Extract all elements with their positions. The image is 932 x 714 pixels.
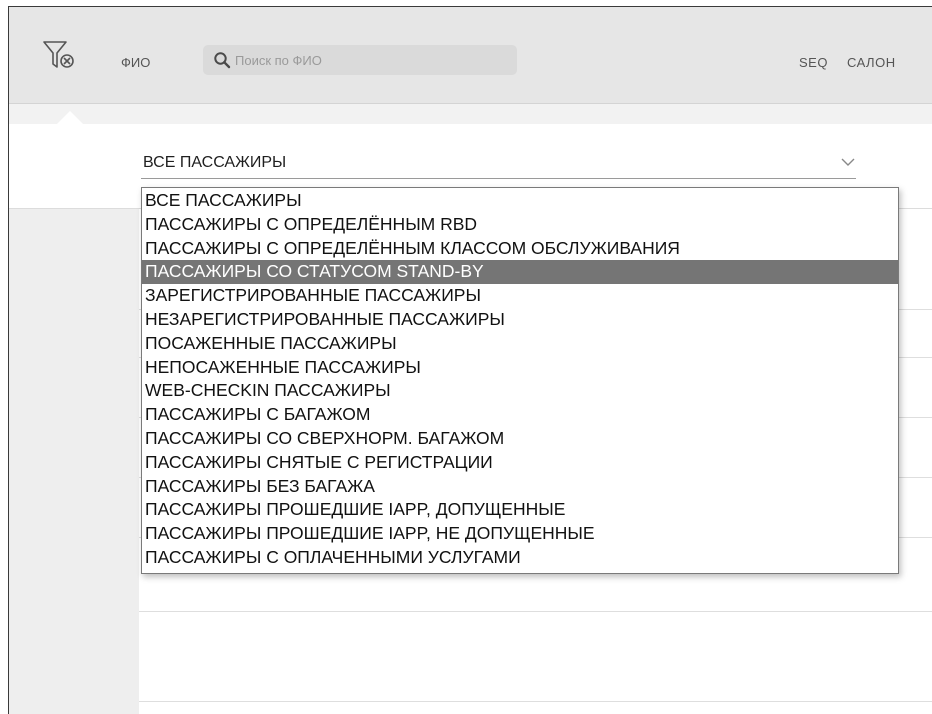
search-icon bbox=[214, 52, 231, 69]
row-divider bbox=[139, 701, 932, 702]
filter-panel-pointer bbox=[57, 111, 83, 124]
fio-search-box[interactable] bbox=[203, 45, 517, 75]
filter-option[interactable]: НЕПОСАЖЕННЫЕ ПАССАЖИРЫ bbox=[142, 356, 898, 380]
filter-option[interactable]: ПАССАЖИРЫ СНЯТЫЕ С РЕГИСТРАЦИИ bbox=[142, 451, 898, 475]
filter-option[interactable]: НЕЗАРЕГИСТРИРОВАННЫЕ ПАССАЖИРЫ bbox=[142, 308, 898, 332]
filter-clear-icon bbox=[43, 41, 74, 68]
passenger-filter-value: ВСЕ ПАССАЖИРЫ bbox=[143, 154, 287, 171]
seq-column-header[interactable]: SEQ bbox=[799, 55, 828, 70]
passenger-filter-select[interactable]: ВСЕ ПАССАЖИРЫ bbox=[141, 148, 856, 179]
filter-option[interactable]: WEB-CHECKIN ПАССАЖИРЫ bbox=[142, 379, 898, 403]
salon-column-header[interactable]: САЛОН bbox=[847, 55, 896, 70]
filter-option[interactable]: ПАССАЖИРЫ С ОПРЕДЕЛЁННЫМ КЛАССОМ ОБСЛУЖИ… bbox=[142, 237, 898, 261]
filter-option[interactable]: ПАССАЖИРЫ ПРОШЕДШИЕ IAPP, ДОПУЩЕННЫЕ bbox=[142, 498, 898, 522]
filter-option-highlighted[interactable]: ПАССАЖИРЫ СО СТАТУСОМ STAND-BY bbox=[142, 260, 898, 285]
fio-column-label: ФИО bbox=[121, 55, 151, 70]
passenger-filter-dropdown: ВСЕ ПАССАЖИРЫ ПАССАЖИРЫ С ОПРЕДЕЛЁННЫМ R… bbox=[141, 187, 899, 574]
chevron-down-icon bbox=[841, 158, 855, 166]
filter-option[interactable]: ПАССАЖИРЫ БЕЗ БАГАЖА bbox=[142, 475, 898, 499]
filter-option[interactable]: ПАССАЖИРЫ СО СВЕРХНОРМ. БАГАЖОМ bbox=[142, 427, 898, 451]
left-column bbox=[9, 209, 139, 714]
filter-option[interactable]: ПАССАЖИРЫ С ОПРЕДЕЛЁННЫМ RBD bbox=[142, 213, 898, 237]
filter-option[interactable]: ПАССАЖИРЫ С БАГАЖОМ bbox=[142, 403, 898, 427]
fio-search-input[interactable] bbox=[231, 52, 517, 68]
filter-option[interactable]: ВСЕ ПАССАЖИРЫ bbox=[142, 189, 898, 213]
passenger-list-header: ФИО SEQ САЛОН bbox=[9, 7, 932, 104]
filter-option[interactable]: ПАССАЖИРЫ С ОПЛАЧЕННЫМИ УСЛУГАМИ bbox=[142, 546, 898, 570]
filter-option[interactable]: ЗАРЕГИСТРИРОВАННЫЕ ПАССАЖИРЫ bbox=[142, 284, 898, 308]
filter-toggle-button[interactable] bbox=[42, 40, 78, 70]
row-divider bbox=[139, 611, 932, 612]
app-frame: ФИО SEQ САЛОН ВСЕ ПАССАЖИРЫ ВСЕ ПАССА bbox=[8, 6, 932, 714]
filter-option[interactable]: ПАССАЖИРЫ ПРОШЕДШИЕ IAPP, НЕ ДОПУЩЕННЫЕ bbox=[142, 522, 898, 546]
filter-option[interactable]: ПОСАЖЕННЫЕ ПАССАЖИРЫ bbox=[142, 332, 898, 356]
